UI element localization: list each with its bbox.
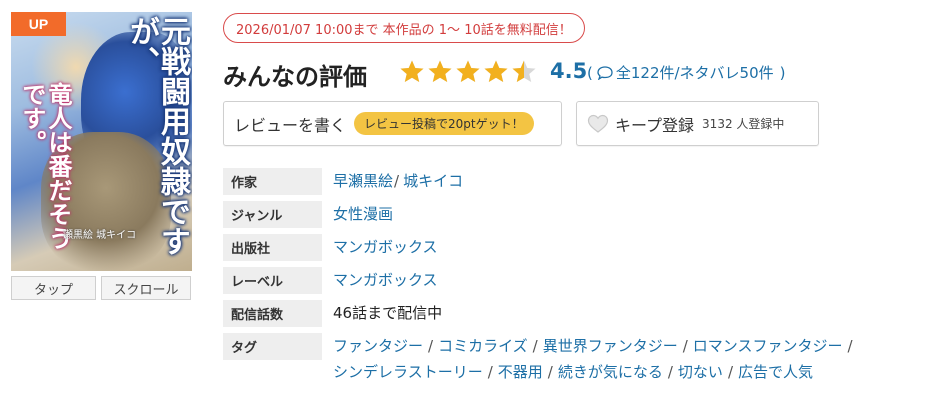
meta-row-author: 作家 早瀬黒絵/城キイコ xyxy=(223,168,913,195)
star-full-icon xyxy=(428,60,452,82)
review-bonus-pill: レビュー投稿で20ptゲット！ xyxy=(354,112,534,135)
star-full-icon xyxy=(484,60,508,82)
genre-link[interactable]: 女性漫画 xyxy=(333,205,393,223)
free-notice-badge: 2026/01/07 10:00まで 本作品の 1～ 10話を無料配信！ xyxy=(223,13,585,43)
meta-key-genre: ジャンル xyxy=(223,201,322,228)
heart-icon xyxy=(587,114,609,133)
scroll-view-button[interactable]: スクロール xyxy=(101,276,191,300)
cover-title-main: 元戦闘用奴隷ですが、 xyxy=(124,16,190,256)
cover-image[interactable]: 元戦闘用奴隷ですが、 竜人は番だそうです。 瀬黒絵 城キイコ xyxy=(11,12,192,271)
meta-value-label: マンガボックス xyxy=(333,267,438,293)
tag-link[interactable]: コミカライズ xyxy=(438,337,528,355)
tag-link[interactable]: シンデレラストーリー xyxy=(333,363,483,381)
tag-link[interactable]: ファンタジー xyxy=(333,337,423,355)
cover-title-sub: 竜人は番だそうです。 xyxy=(18,82,73,250)
tag-link[interactable]: 切ない xyxy=(678,363,723,381)
rating-title: みんなの評価 xyxy=(223,63,367,91)
meta-value-tags: ファンタジー / コミカライズ / 異世界ファンタジー / ロマンスファンタジー / シンデレラ… xyxy=(333,337,853,381)
star-half-icon xyxy=(512,60,536,82)
tag-link[interactable]: 異世界ファンタジー xyxy=(543,337,678,355)
keep-count: 3132 人登録中 xyxy=(702,117,785,131)
meta-value-genre: 女性漫画 xyxy=(333,201,393,227)
author-link[interactable]: 早瀬黒絵 xyxy=(333,172,393,190)
meta-key-tags: タグ xyxy=(223,333,322,360)
meta-value-publisher: マンガボックス xyxy=(333,234,438,260)
book-meta-table: 作家 早瀬黒絵/城キイコ ジャンル 女性漫画 出版社 マンガボックス レーベル … xyxy=(223,168,913,391)
tag-link[interactable]: 広告で人気 xyxy=(738,363,813,381)
up-badge: UP xyxy=(11,12,66,36)
review-count-open-paren: ( xyxy=(587,63,593,82)
review-count-link[interactable]: ( 全122件/ネタバレ50件 ) xyxy=(587,62,786,83)
meta-value-author: 早瀬黒絵/城キイコ xyxy=(333,172,464,190)
meta-key-label: レーベル xyxy=(223,267,322,294)
review-count-text: 全122件/ネタバレ50件 xyxy=(615,64,774,82)
star-full-icon xyxy=(400,60,424,82)
star-rating xyxy=(399,59,537,85)
meta-row-tags: タグ ファンタジー / コミカライズ / 異世界ファンタジー / ロマンスファンタジー / シン… xyxy=(223,333,913,385)
meta-row-episodes: 配信話数 46話まで配信中 xyxy=(223,300,913,327)
tap-view-button[interactable]: タップ xyxy=(11,276,96,300)
speech-bubble-icon xyxy=(597,65,613,80)
meta-row-genre: ジャンル 女性漫画 xyxy=(223,201,913,228)
label-link[interactable]: マンガボックス xyxy=(333,271,438,289)
star-full-icon xyxy=(456,60,480,82)
tag-link[interactable]: 不器用 xyxy=(498,363,543,381)
review-count-close-paren: ) xyxy=(779,63,786,82)
write-review-button[interactable]: レビューを書く レビュー投稿で20ptゲット！ xyxy=(223,101,562,146)
meta-key-episodes: 配信話数 xyxy=(223,300,322,327)
keep-label: キープ登録 xyxy=(615,115,695,135)
meta-key-publisher: 出版社 xyxy=(223,234,322,261)
rating-score: 4.5 xyxy=(550,59,588,83)
meta-row-label: レーベル マンガボックス xyxy=(223,267,913,294)
keep-button[interactable]: キープ登録 3132 人登録中 xyxy=(576,101,819,146)
meta-row-publisher: 出版社 マンガボックス xyxy=(223,234,913,261)
tag-link[interactable]: ロマンスファンタジー xyxy=(693,337,843,355)
publisher-link[interactable]: マンガボックス xyxy=(333,238,438,256)
meta-key-author: 作家 xyxy=(223,168,322,195)
write-review-label: レビューを書く xyxy=(234,115,347,135)
cover-author: 瀬黒絵 城キイコ xyxy=(63,230,137,241)
author-link[interactable]: 城キイコ xyxy=(403,172,463,190)
meta-value-episodes: 46話まで配信中 xyxy=(333,304,443,322)
tag-link[interactable]: 続きが気になる xyxy=(558,363,663,381)
